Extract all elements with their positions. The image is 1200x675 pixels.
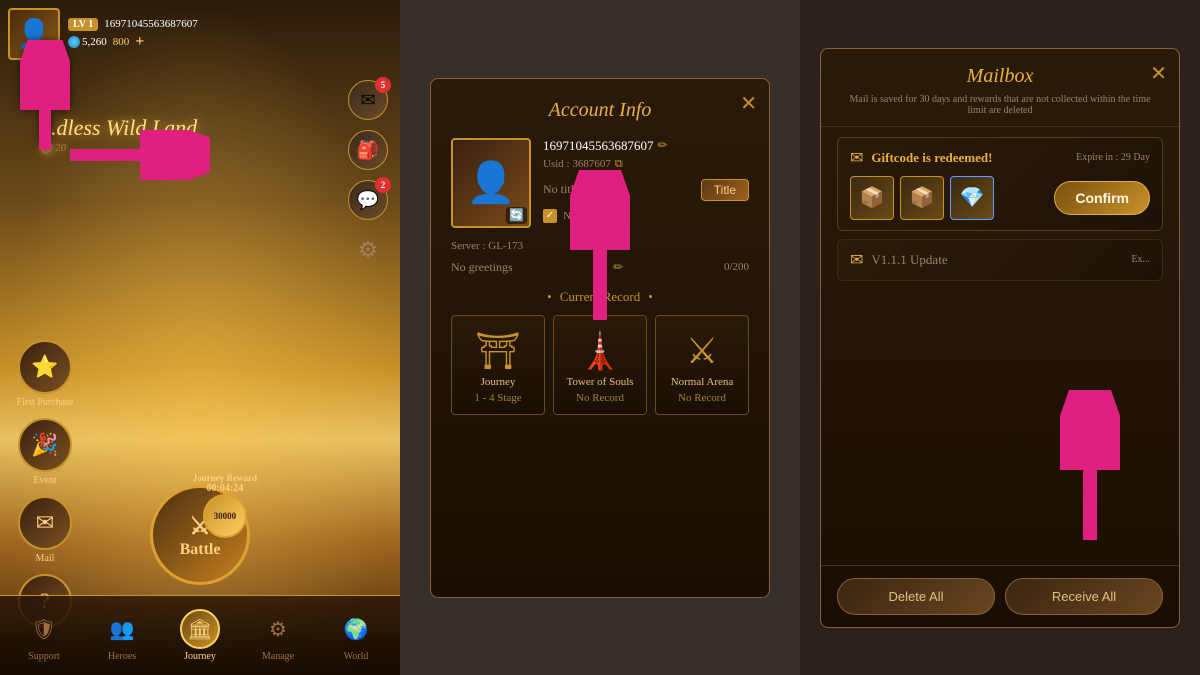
nav-support[interactable]: 🛡 Support [24, 609, 64, 662]
mailbox-title: Mailbox [841, 65, 1159, 88]
mail-rewards: 📦 📦 💎 Confirm [850, 176, 1150, 220]
record-journey: ⛩ Journey 1 - 4 Stage [451, 315, 545, 415]
reward-box-1: 📦 [850, 176, 894, 220]
world-icon: 🌍 [336, 609, 376, 649]
nav-manage[interactable]: ⚙ Manage [258, 609, 298, 662]
nav-world[interactable]: 🌍 World [336, 609, 376, 662]
settings-hud-button[interactable]: ⚙ [348, 230, 388, 270]
mail-v1-expire: Ex... [1131, 254, 1150, 265]
gem-count: 5,260 [68, 36, 107, 48]
mailbox-close-button[interactable]: ✕ [1150, 61, 1167, 86]
left-side-buttons: ⭐ First Purchase 🎉 Event ✉ Mail ? [10, 340, 80, 631]
account-avatar[interactable]: 👤 🔄 [451, 138, 531, 228]
mail-hud-button[interactable]: ✉ 5 [348, 80, 388, 120]
mail-list: ✉ Giftcode is redeemed! Expire in : 29 D… [821, 127, 1179, 565]
annotation-arrow-right [60, 130, 210, 185]
player-info: LV 1 16971045563687607 5,260 800 + [68, 18, 392, 51]
mailbox-subtitle: Mail is saved for 30 days and rewards th… [841, 94, 1159, 116]
account-username: 16971045563687607 ✏ [543, 138, 749, 154]
nav-heroes[interactable]: 👥 Heroes [102, 609, 142, 662]
right-panel: Mailbox Mail is saved for 30 days and re… [800, 0, 1200, 675]
title-button[interactable]: Title [701, 179, 749, 201]
battle-button[interactable]: ⚔ Battle Journey Reward 00:04:24 30000 [150, 485, 250, 585]
first-purchase-button[interactable]: ⭐ First Purchase [10, 340, 80, 408]
event-button[interactable]: 🎉 Event [10, 418, 80, 486]
reward-box-2: 📦 [900, 176, 944, 220]
no-greeting: No greetings [451, 260, 513, 275]
mail-v1-subject: V1.1.1 Update [871, 252, 947, 268]
annotation-arrow-right-panel [1060, 390, 1120, 555]
journey-icon: 🏛 [180, 609, 220, 649]
account-modal: Account Info ✕ 👤 🔄 16971045563687607 ✏ U… [430, 78, 770, 598]
avatar-refresh-button[interactable]: 🔄 [506, 207, 527, 224]
edit-username-icon[interactable]: ✏ [658, 138, 668, 153]
record-arena: ⚔ Normal Arena No Record [655, 315, 749, 415]
annotation-arrow-mid [570, 170, 630, 335]
right-icons: ✉ 5 🎒 💬 2 ⚙ [348, 80, 388, 270]
mail-item-v1update: ✉ V1.1.1 Update Ex... [837, 239, 1163, 281]
modal-close-button[interactable]: ✕ [740, 91, 757, 116]
mail-side-button[interactable]: ✉ Mail [10, 496, 80, 564]
middle-panel: Account Info ✕ 👤 🔄 16971045563687607 ✏ U… [400, 0, 800, 675]
mail-envelope-icon: ✉ [850, 148, 863, 168]
chat-badge: 2 [375, 177, 391, 193]
mail-badge: 5 [375, 77, 391, 93]
add-currency-button[interactable]: + [135, 33, 144, 51]
mail-expire: Expire in : 29 Day [1076, 152, 1150, 163]
mailbox-footer: Delete All Receive All [821, 565, 1179, 627]
checkbox[interactable]: ✓ [543, 209, 557, 223]
left-panel: 👤 LV 1 16971045563687607 5,260 800 + ...… [0, 0, 400, 675]
journey-reward-info: Journey Reward 00:04:24 30000 [193, 473, 257, 538]
player-id: 16971045563687607 [104, 18, 198, 30]
battle-area: ⚔ Battle Journey Reward 00:04:24 30000 [150, 485, 250, 585]
heroes-icon: 👥 [102, 609, 142, 649]
receive-all-button[interactable]: Receive All [1005, 578, 1163, 615]
mail-item-header: ✉ Giftcode is redeemed! Expire in : 29 D… [850, 148, 1150, 168]
chat-hud-button[interactable]: 💬 2 [348, 180, 388, 220]
nav-journey[interactable]: 🏛 Journey [180, 609, 220, 662]
confirm-button[interactable]: Confirm [1054, 181, 1150, 215]
bottom-nav: 🛡 Support 👥 Heroes 🏛 Journey ⚙ Manage 🌍 … [0, 595, 400, 675]
account-uid: Usid : 3687607 ⧉ [543, 158, 749, 171]
reward-box-3: 💎 [950, 176, 994, 220]
mail-item-giftcode: ✉ Giftcode is redeemed! Expire in : 29 D… [837, 137, 1163, 231]
copy-uid-icon[interactable]: ⧉ [615, 158, 623, 171]
char-count: 0/200 [724, 261, 749, 273]
manage-icon: ⚙ [258, 609, 298, 649]
journey-record-icon: ⛩ [458, 326, 538, 376]
level-badge: LV 1 [68, 18, 98, 31]
mail-v1-envelope-icon: ✉ [850, 250, 863, 270]
gold-count: 800 [113, 36, 130, 48]
delete-all-button[interactable]: Delete All [837, 578, 995, 615]
mail-subject: Giftcode is redeemed! [871, 150, 1068, 166]
mailbox-header: Mailbox Mail is saved for 30 days and re… [821, 49, 1179, 127]
modal-title: Account Info [451, 99, 749, 122]
arena-record-icon: ⚔ [662, 326, 742, 376]
support-icon: 🛡 [24, 609, 64, 649]
bag-hud-button[interactable]: 🎒 [348, 130, 388, 170]
mailbox-modal: Mailbox Mail is saved for 30 days and re… [820, 48, 1180, 628]
